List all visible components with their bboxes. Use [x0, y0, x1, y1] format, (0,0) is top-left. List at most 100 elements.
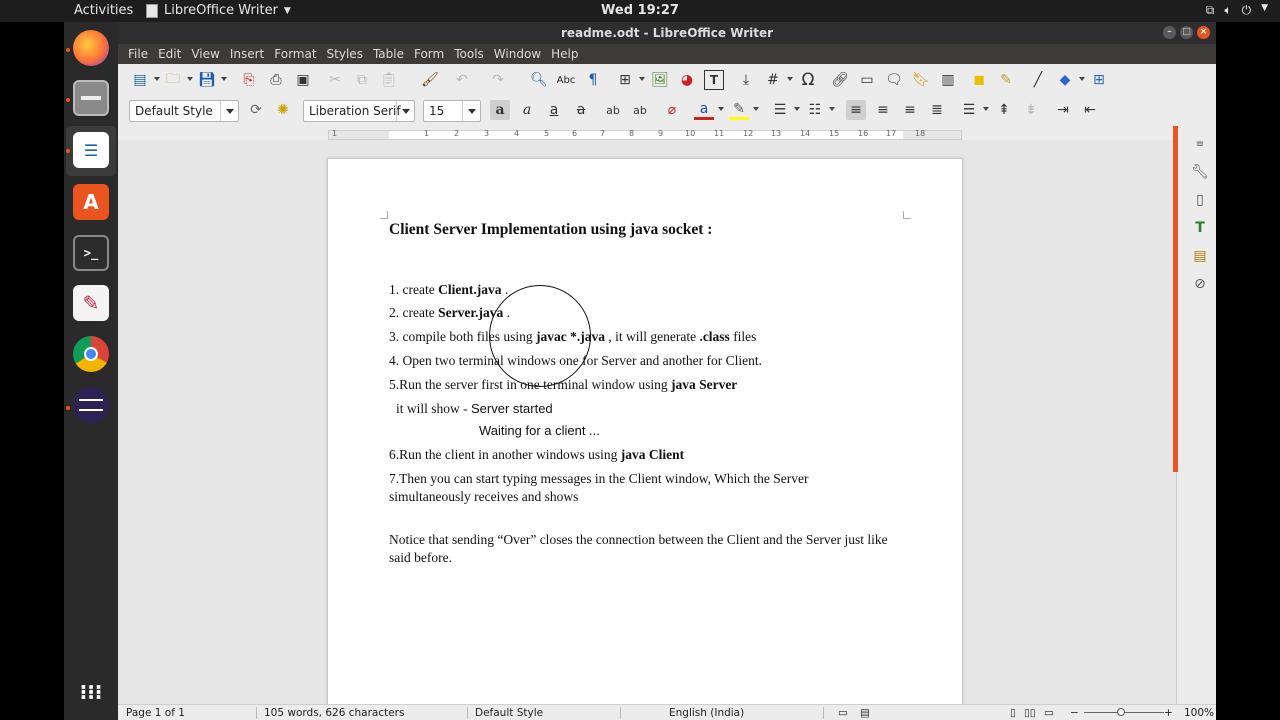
- step-6[interactable]: 6.Run the client in another windows usin…: [389, 447, 684, 463]
- font-color-icon[interactable]: a: [694, 100, 714, 120]
- page-count[interactable]: Page 1 of 1: [126, 707, 185, 719]
- footnote-icon[interactable]: ▭: [857, 70, 877, 90]
- copy-icon[interactable]: ⧉: [352, 70, 372, 90]
- notice-line-1[interactable]: Notice that sending “Over” closes the co…: [389, 532, 888, 548]
- numbering-dropdown-arrow[interactable]: [829, 107, 835, 111]
- menu-insert[interactable]: Insert: [225, 47, 269, 61]
- insert-image-icon[interactable]: 🖼︎: [650, 70, 670, 90]
- terminal-icon[interactable]: >_: [73, 235, 109, 271]
- cut-icon[interactable]: ✂: [325, 70, 345, 90]
- undo-icon[interactable]: ↶: [452, 70, 472, 90]
- field-dropdown-arrow[interactable]: [787, 77, 793, 81]
- app-grid-icon[interactable]: ⁝⁝⁝: [73, 674, 109, 710]
- page-icon[interactable]: ▯: [1190, 190, 1210, 210]
- save-dropdown-arrow[interactable]: [221, 77, 227, 81]
- bookmark-icon[interactable]: 🔖︎: [911, 70, 931, 90]
- language[interactable]: English (India): [669, 707, 744, 719]
- strikethrough-icon[interactable]: a: [571, 100, 591, 120]
- insert-chart-icon[interactable]: ◕: [677, 70, 697, 90]
- paste-icon[interactable]: 📋︎: [379, 70, 399, 90]
- gallery-icon[interactable]: ▤: [1190, 246, 1210, 266]
- save-icon[interactable]: 💾︎: [197, 70, 217, 90]
- writer-icon[interactable]: ☰: [73, 132, 109, 168]
- document-area[interactable]: Client Server Implementation using java …: [118, 140, 1176, 708]
- bold-icon[interactable]: a: [490, 100, 510, 120]
- zoom-level[interactable]: 100%: [1184, 707, 1214, 719]
- software-center-icon[interactable]: A: [73, 184, 109, 220]
- properties-icon[interactable]: 🔧︎: [1190, 162, 1210, 182]
- redo-icon[interactable]: ↷: [488, 70, 508, 90]
- unordered-list-icon[interactable]: ☰: [770, 100, 790, 120]
- notice-line-2[interactable]: said before.: [389, 550, 452, 566]
- chevron-down-icon[interactable]: ▼: [1261, 3, 1268, 18]
- menu-form[interactable]: Form: [409, 47, 449, 61]
- find-replace-icon[interactable]: 🔍︎: [529, 70, 549, 90]
- step-1[interactable]: 1. create Client.java .: [389, 282, 508, 298]
- menu-table[interactable]: Table: [368, 47, 409, 61]
- selection-mode-icon[interactable]: ▤: [860, 707, 870, 719]
- insert-table-icon[interactable]: ⊞: [615, 70, 635, 90]
- zoom-in-icon[interactable]: +: [1164, 707, 1173, 719]
- title-bar[interactable]: readme.odt - LibreOffice Writer – □ ×: [118, 22, 1216, 44]
- open-dropdown-arrow[interactable]: [187, 77, 193, 81]
- superscript-icon[interactable]: ab: [603, 100, 623, 120]
- hyperlink-icon[interactable]: 🔗︎: [830, 70, 850, 90]
- special-character-icon[interactable]: Ω: [798, 70, 818, 90]
- highlight-dropdown-arrow[interactable]: [753, 107, 759, 111]
- export-pdf-icon[interactable]: ⎘: [239, 70, 259, 90]
- insert-field-icon[interactable]: #: [763, 70, 783, 90]
- single-page-view-icon[interactable]: ▯: [1010, 707, 1016, 719]
- shapes-dropdown-arrow[interactable]: [1079, 77, 1085, 81]
- show-line[interactable]: it will show - Server started: [396, 401, 553, 417]
- zoom-slider-handle[interactable]: [1117, 708, 1125, 716]
- decrease-indent-icon[interactable]: ⇤: [1080, 100, 1100, 120]
- new-dropdown-arrow[interactable]: [154, 77, 160, 81]
- underline-icon[interactable]: a: [544, 100, 564, 120]
- basic-shapes-icon[interactable]: ◆: [1055, 70, 1075, 90]
- word-count[interactable]: 105 words, 626 characters: [264, 707, 404, 719]
- insert-line-icon[interactable]: ╱: [1028, 70, 1048, 90]
- decrease-paragraph-spacing-icon[interactable]: ⇟: [1021, 100, 1041, 120]
- activities-button[interactable]: Activities: [74, 3, 133, 18]
- text-editor-icon[interactable]: ✎: [73, 285, 109, 321]
- insert-mode-icon[interactable]: ▭: [838, 707, 848, 719]
- page-style[interactable]: Default Style: [475, 707, 543, 719]
- insert-page-break-icon[interactable]: ⤓: [736, 70, 756, 90]
- formatting-marks-icon[interactable]: ¶: [583, 70, 603, 90]
- increase-paragraph-spacing-icon[interactable]: ⇞: [994, 100, 1014, 120]
- line-spacing-icon[interactable]: ☰: [959, 100, 979, 120]
- styles-icon[interactable]: T: [1190, 218, 1210, 238]
- chevron-down-icon[interactable]: [462, 101, 480, 121]
- horizontal-ruler[interactable]: 1 1 2 3 4 5 6 7 8 9 10 11 12 13 14 15 16…: [328, 129, 962, 140]
- power-icon[interactable]: ⏻: [1242, 3, 1252, 18]
- zoom-out-icon[interactable]: −: [1070, 707, 1079, 719]
- insert-textbox-icon[interactable]: T: [704, 70, 724, 90]
- font-name-combo[interactable]: Liberation Serif: [303, 100, 415, 122]
- comment-icon[interactable]: 🗨︎: [884, 70, 904, 90]
- network-icon[interactable]: ⧉: [1206, 3, 1215, 18]
- align-center-icon[interactable]: ≡: [873, 100, 893, 120]
- update-style-icon[interactable]: ⟳: [246, 100, 266, 120]
- paragraph-style-combo[interactable]: Default Style: [129, 100, 239, 122]
- new-style-icon[interactable]: ✺: [273, 100, 293, 120]
- font-size-combo[interactable]: 15: [423, 100, 481, 122]
- show-draw-functions-icon[interactable]: ⊞: [1089, 70, 1109, 90]
- document-page[interactable]: Client Server Implementation using java …: [327, 158, 963, 708]
- open-folder-icon[interactable]: 🗀: [163, 70, 183, 90]
- spelling-icon[interactable]: Abc: [556, 70, 576, 90]
- menu-view[interactable]: View: [186, 47, 224, 61]
- clear-formatting-icon[interactable]: ⌀: [662, 100, 682, 120]
- chevron-down-icon[interactable]: [220, 101, 238, 121]
- app-menu[interactable]: LibreOffice Writer ▼: [146, 3, 291, 18]
- insert-comment-icon[interactable]: ◼: [969, 70, 989, 90]
- eclipse-icon[interactable]: [73, 387, 109, 423]
- ordered-list-icon[interactable]: ☷: [805, 100, 825, 120]
- book-view-icon[interactable]: ▭: [1044, 707, 1054, 719]
- firefox-icon[interactable]: [73, 30, 109, 66]
- volume-icon[interactable]: 🔈︎: [1224, 3, 1231, 18]
- maximize-button[interactable]: □: [1180, 26, 1193, 39]
- document-heading[interactable]: Client Server Implementation using java …: [389, 221, 712, 239]
- step-7-line-1[interactable]: 7.Then you can start typing messages in …: [389, 471, 809, 487]
- menu-edit[interactable]: Edit: [153, 47, 186, 61]
- step-7-line-2[interactable]: simultaneously receives and shows: [389, 489, 578, 505]
